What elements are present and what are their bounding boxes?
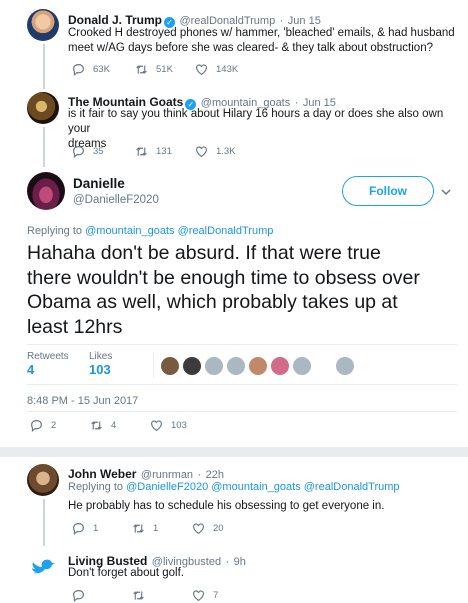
retweet-icon — [136, 147, 147, 156]
author-name[interactable]: Donald J. Trump — [68, 13, 162, 27]
avatar[interactable] — [27, 172, 65, 210]
like-count: 143K — [216, 64, 239, 75]
reply-icon — [73, 64, 84, 76]
replying-to-label: Replying to — [27, 225, 83, 237]
like-button[interactable]: 1.3K — [195, 145, 236, 158]
liker-avatar[interactable] — [227, 357, 245, 375]
liker-avatar[interactable] — [336, 357, 354, 375]
thread-line — [43, 44, 45, 89]
tweet-text-line: Crooked H destroyed phones w/ hammer, 'b… — [68, 27, 455, 39]
like-count: 7 — [213, 590, 219, 601]
replying-to-handles[interactable]: @DanielleF2020 @mountain_goats @realDona… — [126, 481, 399, 493]
tweet-body-line: Obama as well, which probably takes up a… — [27, 291, 398, 313]
retweets-value: 4 — [27, 362, 35, 377]
retweet-icon — [91, 421, 102, 430]
reply-count: 63K — [93, 64, 110, 75]
tweet-timestamp[interactable]: 8:48 PM - 15 Jun 2017 — [27, 395, 138, 407]
heart-icon — [151, 420, 162, 432]
liker-avatar[interactable] — [161, 357, 179, 375]
bird-logo-icon — [32, 559, 55, 574]
reply-icon — [73, 146, 84, 158]
like-button[interactable]: 103 — [150, 419, 187, 432]
tweet-body-line: there wouldn't be enough time to obsess … — [27, 266, 420, 289]
avatar[interactable] — [27, 9, 59, 41]
likes-stat[interactable]: Likes 103 — [89, 351, 112, 377]
liker-avatar[interactable] — [271, 357, 289, 375]
like-count: 1.3K — [216, 146, 236, 157]
reply-button[interactable]: 63K — [72, 63, 110, 76]
thread-line — [43, 127, 45, 167]
tweet-body-line: Hahaha don't be absurd. If that were tru… — [27, 242, 381, 264]
author-handle[interactable]: @DanielleF2020 — [73, 194, 159, 206]
likes-label: Likes — [89, 351, 113, 362]
retweet-icon — [133, 591, 144, 600]
avatar[interactable] — [27, 464, 59, 496]
follow-button[interactable]: Follow — [342, 176, 434, 206]
tweet-body-line: least 12hrs — [27, 315, 123, 338]
retweet-count: 4 — [111, 420, 117, 431]
replying-to-handles[interactable]: @mountain_goats @realDonaldTrump — [85, 225, 273, 237]
heart-icon — [193, 523, 204, 535]
like-button[interactable]: 7 — [192, 589, 218, 602]
liker-avatar[interactable] — [249, 357, 267, 375]
retweet-button[interactable]: 51K — [135, 63, 173, 76]
replying-to-label: Replying to — [68, 481, 124, 493]
liker-avatar[interactable] — [293, 357, 311, 375]
reply-button[interactable]: 35 — [72, 145, 104, 158]
reply-count: 2 — [51, 420, 57, 431]
reply-icon — [73, 590, 84, 602]
like-button[interactable]: 20 — [192, 522, 224, 535]
reply-button[interactable]: 2 — [30, 419, 56, 432]
like-count: 20 — [213, 523, 224, 534]
divider — [27, 344, 457, 345]
likes-value: 103 — [89, 362, 111, 377]
retweet-icon — [136, 65, 147, 74]
author-name[interactable]: John Weber — [68, 467, 136, 481]
retweet-count: 1 — [153, 523, 159, 534]
retweet-button[interactable]: 131 — [135, 145, 172, 158]
heart-icon — [196, 64, 207, 76]
author-handle[interactable]: @runrman — [141, 469, 193, 481]
retweet-button[interactable]: 1 — [132, 522, 158, 535]
retweet-icon — [133, 524, 144, 533]
divider — [27, 411, 457, 412]
avatar[interactable] — [27, 551, 59, 583]
retweets-label: Retweets — [27, 351, 69, 362]
retweet-button[interactable]: 4 — [90, 419, 116, 432]
heart-icon — [193, 590, 204, 602]
divider — [27, 384, 457, 385]
reply-count: 35 — [93, 146, 104, 157]
tweet-text-line: meet w/AG days before she was cleared- &… — [68, 42, 433, 54]
divider — [153, 352, 154, 378]
avatar[interactable] — [27, 92, 59, 124]
tweet-date[interactable]: 9h — [234, 556, 246, 568]
tweet-text: Don't forget about golf. — [68, 567, 184, 579]
reply-icon — [31, 420, 42, 432]
reply-button[interactable]: 1 — [72, 522, 98, 535]
tweet-date[interactable]: 22h — [206, 469, 224, 481]
retweets-stat[interactable]: Retweets 4 — [27, 351, 69, 377]
tweet-text-line: is it fair to say you think about Hilary… — [68, 108, 444, 135]
tweet-text: He probably has to schedule his obsessin… — [68, 500, 385, 512]
thread-line — [43, 499, 45, 546]
retweet-button[interactable] — [132, 589, 153, 602]
liker-avatar[interactable] — [183, 357, 201, 375]
reply-count: 1 — [93, 523, 99, 534]
like-button[interactable]: 143K — [195, 63, 238, 76]
author-name[interactable]: Danielle — [73, 176, 159, 191]
reply-button[interactable] — [72, 589, 93, 602]
tweet-text-line: dreams — [68, 138, 107, 150]
section-divider — [0, 447, 468, 457]
retweet-count: 51K — [156, 64, 173, 75]
heart-icon — [196, 146, 207, 158]
like-count: 103 — [171, 420, 187, 431]
liker-avatar[interactable] — [205, 357, 223, 375]
reply-icon — [73, 523, 84, 535]
retweet-count: 131 — [156, 146, 172, 157]
chevron-down-icon[interactable] — [441, 187, 451, 197]
